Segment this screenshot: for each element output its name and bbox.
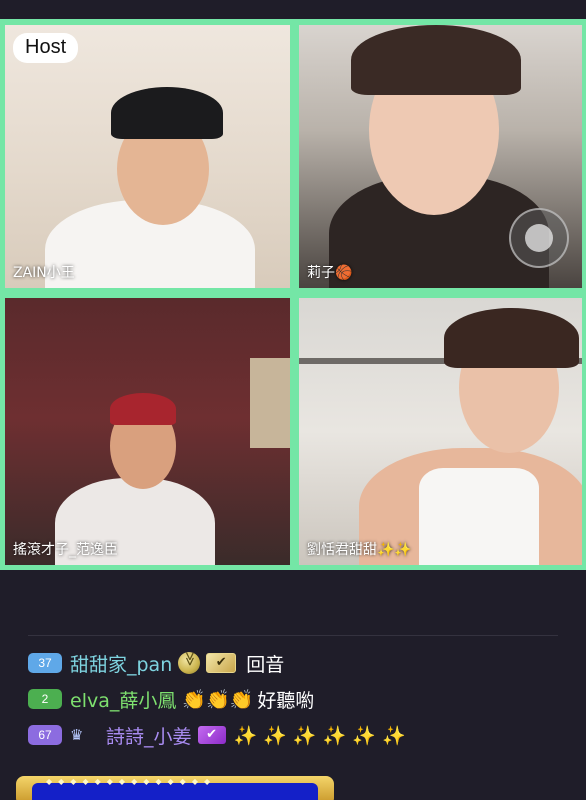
video-tile-participant-2[interactable]: 莉子🏀 bbox=[299, 25, 582, 288]
crown-icon: ♛ bbox=[70, 726, 84, 744]
cap bbox=[110, 393, 176, 425]
level-badge: 67 bbox=[28, 725, 62, 745]
floating-control-button[interactable] bbox=[509, 208, 569, 268]
video-tile-host[interactable]: Host ZAIN小王 bbox=[5, 25, 290, 288]
top bbox=[419, 468, 539, 565]
participant-name-label: ZAIN小王 bbox=[13, 265, 75, 281]
shield-rank-icon bbox=[178, 652, 201, 674]
video-grid: Host ZAIN小王 莉子🏀 搖滾才子_范逸臣 劉恬君甜甜✨✨ bbox=[0, 19, 586, 570]
host-badge: Host bbox=[13, 33, 79, 63]
chat-feed: 37 甜甜家_pan ✔ 回音 2 elva_薛小鳳 👏👏👏 好聽喲 67 ♛ … bbox=[28, 650, 568, 758]
live-stream-screen: Host ZAIN小王 莉子🏀 搖滾才子_范逸臣 劉恬君甜甜✨✨ 37 甜甜家_… bbox=[0, 0, 586, 800]
floating-button-knob bbox=[525, 224, 553, 252]
video-tile-participant-4[interactable]: 劉恬君甜甜✨✨ bbox=[299, 298, 582, 565]
chat-divider bbox=[28, 635, 558, 636]
chat-username[interactable]: elva_薛小鳳 bbox=[70, 686, 176, 713]
chat-username[interactable]: 甜甜家_pan bbox=[70, 650, 172, 677]
gift-banner[interactable]: ◆◆◆◆◆◆◆◆◆◆◆◆◆◆ bbox=[16, 776, 334, 800]
verified-badge-icon: ✔ bbox=[206, 653, 237, 673]
participant-name-label: 搖滾才子_范逸臣 bbox=[13, 542, 118, 558]
chat-message[interactable]: 67 ♛ 詩詩_小姜 ✔ ✨ ✨ ✨ ✨ ✨ ✨ bbox=[28, 722, 568, 748]
chat-text: 回音 bbox=[246, 653, 285, 676]
sparkles-emoji: ✨ ✨ ✨ ✨ ✨ ✨ bbox=[233, 724, 406, 747]
chat-message[interactable]: 2 elva_薛小鳳 👏👏👏 好聽喲 bbox=[28, 686, 568, 712]
chat-username[interactable]: 詩詩_小姜 bbox=[106, 722, 192, 749]
hair bbox=[444, 308, 579, 368]
banner-decoration: ◆◆◆◆◆◆◆◆◆◆◆◆◆◆ bbox=[46, 777, 217, 786]
studio-panel bbox=[250, 358, 290, 448]
level-badge: 37 bbox=[28, 653, 62, 673]
participant-name-label: 劉恬君甜甜✨✨ bbox=[307, 542, 412, 558]
chat-message[interactable]: 37 甜甜家_pan ✔ 回音 bbox=[28, 650, 568, 676]
chat-text: 好聽喲 bbox=[257, 689, 315, 712]
level-badge: 2 bbox=[28, 689, 62, 709]
verified-badge-icon: ✔ bbox=[197, 726, 226, 744]
video-tile-participant-3[interactable]: 搖滾才子_范逸臣 bbox=[5, 298, 290, 565]
cap bbox=[111, 87, 223, 139]
clapping-hands-emoji: 👏👏👏 bbox=[182, 688, 254, 711]
hair bbox=[351, 25, 521, 95]
participant-name-label: 莉子🏀 bbox=[307, 265, 353, 281]
